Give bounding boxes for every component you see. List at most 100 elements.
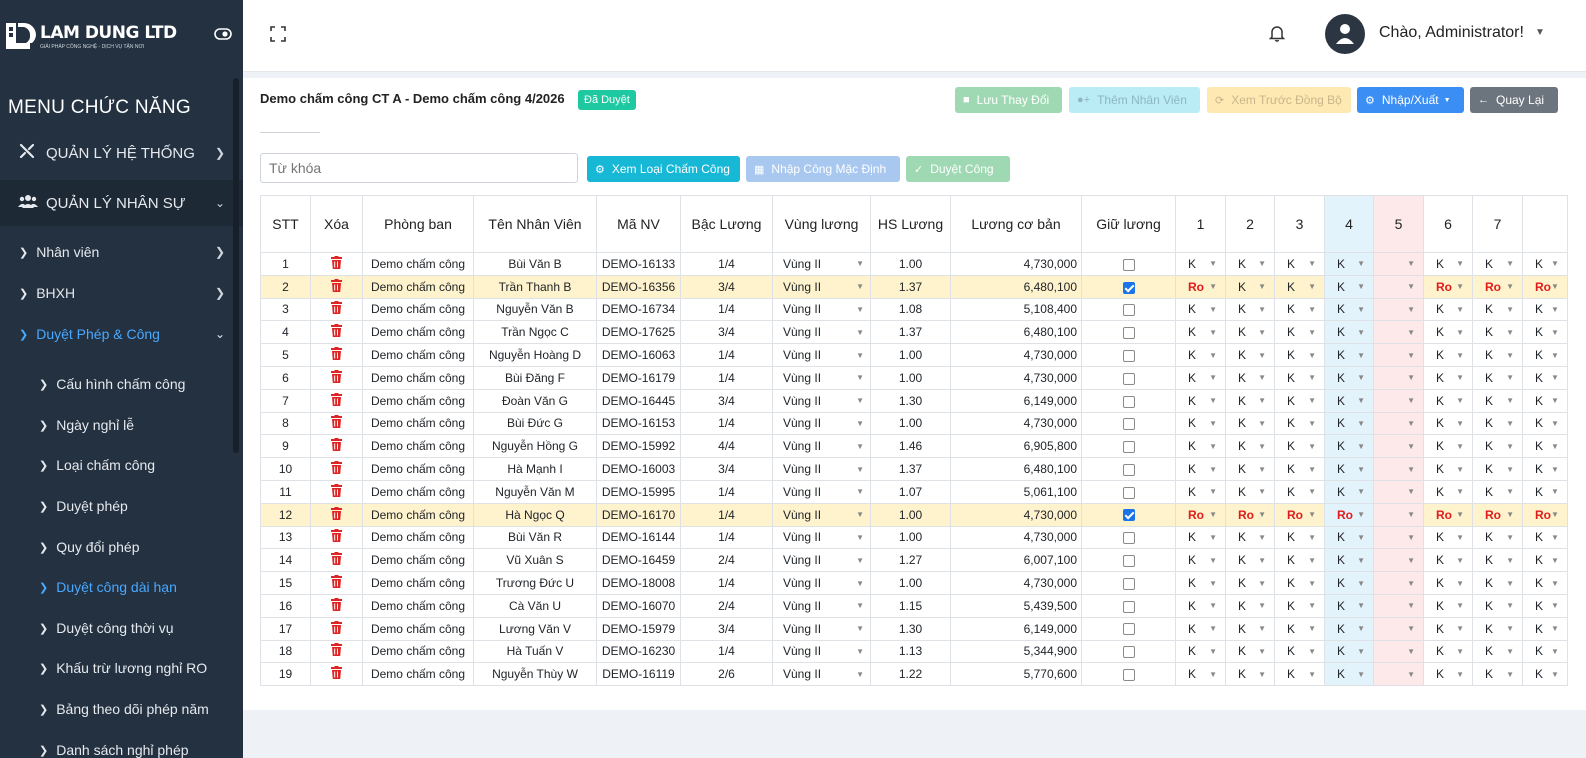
- day-cell-select[interactable]: K ▼: [1324, 274, 1374, 299]
- day-cell-select[interactable]: K ▼: [1472, 457, 1523, 481]
- sidebar-subitem-leave-conversion[interactable]: ❯ Quy đổi phép: [0, 529, 243, 565]
- day-cell-select[interactable]: K ▼: [1324, 616, 1374, 641]
- day-cell-select[interactable]: K ▼: [1225, 320, 1275, 345]
- day-cell-select[interactable]: K ▼: [1324, 297, 1374, 322]
- day-cell-select[interactable]: K ▼: [1274, 297, 1325, 322]
- hold-salary-checkbox[interactable]: [1122, 395, 1135, 408]
- day-cell-select[interactable]: ▼: [1373, 662, 1424, 687]
- day-cell-select[interactable]: Ro ▼: [1472, 274, 1523, 299]
- column-header[interactable]: Vùng lương: [772, 195, 871, 253]
- day-cell-select[interactable]: Ro ▼: [1225, 502, 1275, 527]
- day-cell-select[interactable]: K ▼: [1472, 252, 1523, 276]
- day-cell-select[interactable]: ▼: [1373, 502, 1424, 527]
- cell-salary-zone-select[interactable]: Vùng II ▼: [772, 434, 871, 459]
- day-cell-select[interactable]: K ▼: [1225, 479, 1275, 504]
- day-cell-select[interactable]: K ▼: [1423, 571, 1473, 595]
- sidebar-subitem-annual-leave-tracker[interactable]: ❯ Bảng theo dõi phép năm: [0, 691, 243, 727]
- day-cell-select[interactable]: Ro ▼: [1175, 274, 1226, 299]
- table-row[interactable]: 14 Demo chấm công Vũ Xuân S DEMO-16459 2/4 Vù…: [260, 548, 1568, 573]
- keyword-search-input[interactable]: [260, 153, 578, 183]
- sidebar-subitem-attendance-types[interactable]: ❯ Loại chấm công: [0, 447, 243, 483]
- day-cell-select[interactable]: ▼: [1373, 479, 1424, 504]
- table-row[interactable]: 2 Demo chấm công Trần Thanh B DEMO-16356 3/4…: [260, 274, 1568, 299]
- day-cell-select[interactable]: K ▼: [1274, 616, 1325, 641]
- table-row[interactable]: 8 Demo chấm công Bùi Đức G DEMO-16153 1/4 Vùn…: [260, 411, 1568, 436]
- day-cell-select[interactable]: K ▼: [1423, 639, 1473, 664]
- day-cell-select[interactable]: K ▼: [1472, 343, 1523, 367]
- day-cell-select[interactable]: K ▼: [1225, 343, 1275, 367]
- day-cell-select[interactable]: K ▼: [1225, 525, 1275, 550]
- column-header[interactable]: Xóa: [310, 195, 363, 253]
- day-cell-select[interactable]: Ro ▼: [1324, 502, 1374, 527]
- hold-salary-checkbox[interactable]: [1122, 349, 1135, 362]
- cell-salary-zone-select[interactable]: Vùng II ▼: [772, 593, 871, 618]
- trash-icon[interactable]: [331, 666, 342, 682]
- hold-salary-checkbox[interactable]: [1122, 327, 1135, 340]
- day-cell-select[interactable]: K ▼: [1324, 434, 1374, 459]
- day-cell-select[interactable]: K ▼: [1324, 343, 1374, 367]
- day-cell-select[interactable]: ▼: [1373, 639, 1424, 664]
- trash-icon[interactable]: [331, 643, 342, 659]
- day-cell-select[interactable]: Ro ▼: [1472, 502, 1523, 527]
- day-cell-select[interactable]: K ▼: [1423, 479, 1473, 504]
- table-row[interactable]: 5 Demo chấm công Nguyễn Hoàng D DEMO-16063 1…: [260, 343, 1568, 367]
- day-cell-select[interactable]: K ▼: [1522, 320, 1568, 345]
- day-cell-select[interactable]: K ▼: [1472, 571, 1523, 595]
- day-cell-select[interactable]: K ▼: [1274, 525, 1325, 550]
- day-cell-select[interactable]: ▼: [1373, 343, 1424, 367]
- day-cell-select[interactable]: K ▼: [1274, 343, 1325, 367]
- day-cell-select[interactable]: K ▼: [1175, 457, 1226, 481]
- trash-icon[interactable]: [331, 529, 342, 545]
- day-cell-select[interactable]: K ▼: [1522, 365, 1568, 390]
- day-cell-select[interactable]: K ▼: [1175, 411, 1226, 436]
- hold-salary-checkbox[interactable]: [1122, 577, 1135, 590]
- day-cell-select[interactable]: ▼: [1373, 434, 1424, 459]
- day-cell-select[interactable]: K ▼: [1274, 411, 1325, 436]
- day-cell-select[interactable]: K ▼: [1175, 639, 1226, 664]
- day-cell-select[interactable]: Ro ▼: [1522, 274, 1568, 299]
- cell-salary-zone-select[interactable]: Vùng II ▼: [772, 411, 871, 436]
- table-row[interactable]: 10 Demo chấm công Hà Mạnh I DEMO-16003 3/4 Vù…: [260, 457, 1568, 481]
- day-cell-select[interactable]: K ▼: [1423, 297, 1473, 322]
- column-header[interactable]: 2: [1225, 195, 1275, 253]
- day-cell-select[interactable]: Ro ▼: [1423, 502, 1473, 527]
- day-cell-select[interactable]: K ▼: [1274, 457, 1325, 481]
- day-cell-select[interactable]: K ▼: [1225, 662, 1275, 687]
- day-cell-select[interactable]: K ▼: [1423, 593, 1473, 618]
- day-cell-select[interactable]: K ▼: [1472, 639, 1523, 664]
- column-header[interactable]: STT: [260, 195, 311, 253]
- day-cell-select[interactable]: K ▼: [1225, 252, 1275, 276]
- day-cell-select[interactable]: ▼: [1373, 297, 1424, 322]
- trash-icon[interactable]: [331, 552, 342, 568]
- day-cell-select[interactable]: ▼: [1373, 320, 1424, 345]
- day-cell-select[interactable]: K ▼: [1324, 365, 1374, 390]
- approve-attendance-button[interactable]: ✓ Duyệt Công: [906, 156, 1010, 182]
- trash-icon[interactable]: [331, 347, 342, 363]
- day-cell-select[interactable]: K ▼: [1324, 320, 1374, 345]
- day-cell-select[interactable]: K ▼: [1175, 365, 1226, 390]
- hold-salary-checkbox[interactable]: [1122, 281, 1135, 294]
- hold-salary-checkbox[interactable]: [1122, 623, 1135, 636]
- column-header[interactable]: Tên Nhân Viên: [473, 195, 597, 253]
- cell-salary-zone-select[interactable]: Vùng II ▼: [772, 388, 871, 413]
- hold-salary-checkbox[interactable]: [1122, 532, 1135, 545]
- hold-salary-checkbox[interactable]: [1122, 600, 1135, 613]
- sidebar-subitem-approve-leave[interactable]: ❯ Duyệt phép: [0, 488, 243, 524]
- table-row[interactable]: 6 Demo chấm công Bùi Đăng F DEMO-16179 1/4 Vù…: [260, 365, 1568, 390]
- fullscreen-icon[interactable]: [270, 26, 286, 42]
- day-cell-select[interactable]: K ▼: [1324, 662, 1374, 687]
- table-row[interactable]: 15 Demo chấm công Trương Đức U DEMO-18008 1/…: [260, 571, 1568, 595]
- sidebar-toggle-icon[interactable]: [214, 27, 232, 41]
- user-greeting[interactable]: Chào, Administrator!: [1379, 24, 1524, 42]
- column-header[interactable]: Mã NV: [596, 195, 681, 253]
- day-cell-select[interactable]: K ▼: [1175, 297, 1226, 322]
- sidebar-subitem-leave-list[interactable]: ❯ Danh sách nghỉ phép: [0, 732, 243, 758]
- table-row[interactable]: 16 Demo chấm công Cà Văn U DEMO-16070 2/4 Vùn…: [260, 593, 1568, 618]
- column-header[interactable]: Phòng ban: [362, 195, 474, 253]
- column-header[interactable]: Giữ lương: [1081, 195, 1176, 253]
- column-header[interactable]: Bậc Lương: [680, 195, 773, 253]
- table-row[interactable]: 17 Demo chấm công Lương Văn V DEMO-15979 3/4…: [260, 616, 1568, 641]
- day-cell-select[interactable]: K ▼: [1423, 365, 1473, 390]
- column-header[interactable]: 6: [1423, 195, 1473, 253]
- day-cell-select[interactable]: K ▼: [1324, 479, 1374, 504]
